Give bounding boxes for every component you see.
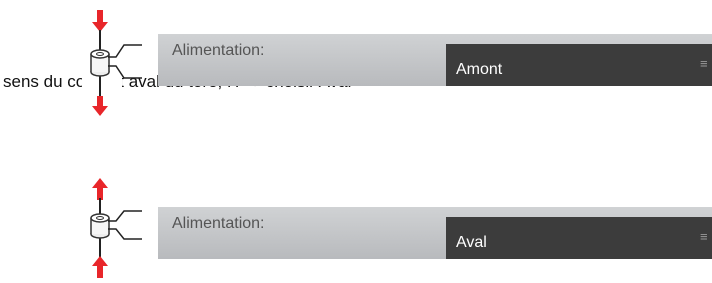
alimentation-select-value: Aval: [456, 234, 487, 251]
alimentation-label: Alimentation:: [172, 215, 265, 232]
arrow-down-icon: [92, 96, 108, 116]
alimentation-panel-aval: Alimentation: Aval ≡: [158, 207, 712, 259]
torus-diagram-downstream: [82, 10, 142, 116]
menu-lines-icon: ≡: [700, 229, 708, 244]
arrow-up-icon: [92, 178, 108, 200]
alimentation-panel-amont: Alimentation: Amont ≡: [158, 34, 712, 86]
torus-diagram-upstream: [90, 178, 142, 278]
alimentation-select[interactable]: Aval ≡: [446, 217, 712, 259]
arrow-down-icon: [92, 10, 108, 32]
alimentation-select[interactable]: Amont ≡: [446, 44, 712, 86]
alimentation-select-value: Amont: [456, 61, 503, 78]
alimentation-label: Alimentation:: [172, 42, 265, 59]
arrow-up-icon: [92, 256, 108, 278]
menu-lines-icon: ≡: [700, 56, 708, 71]
